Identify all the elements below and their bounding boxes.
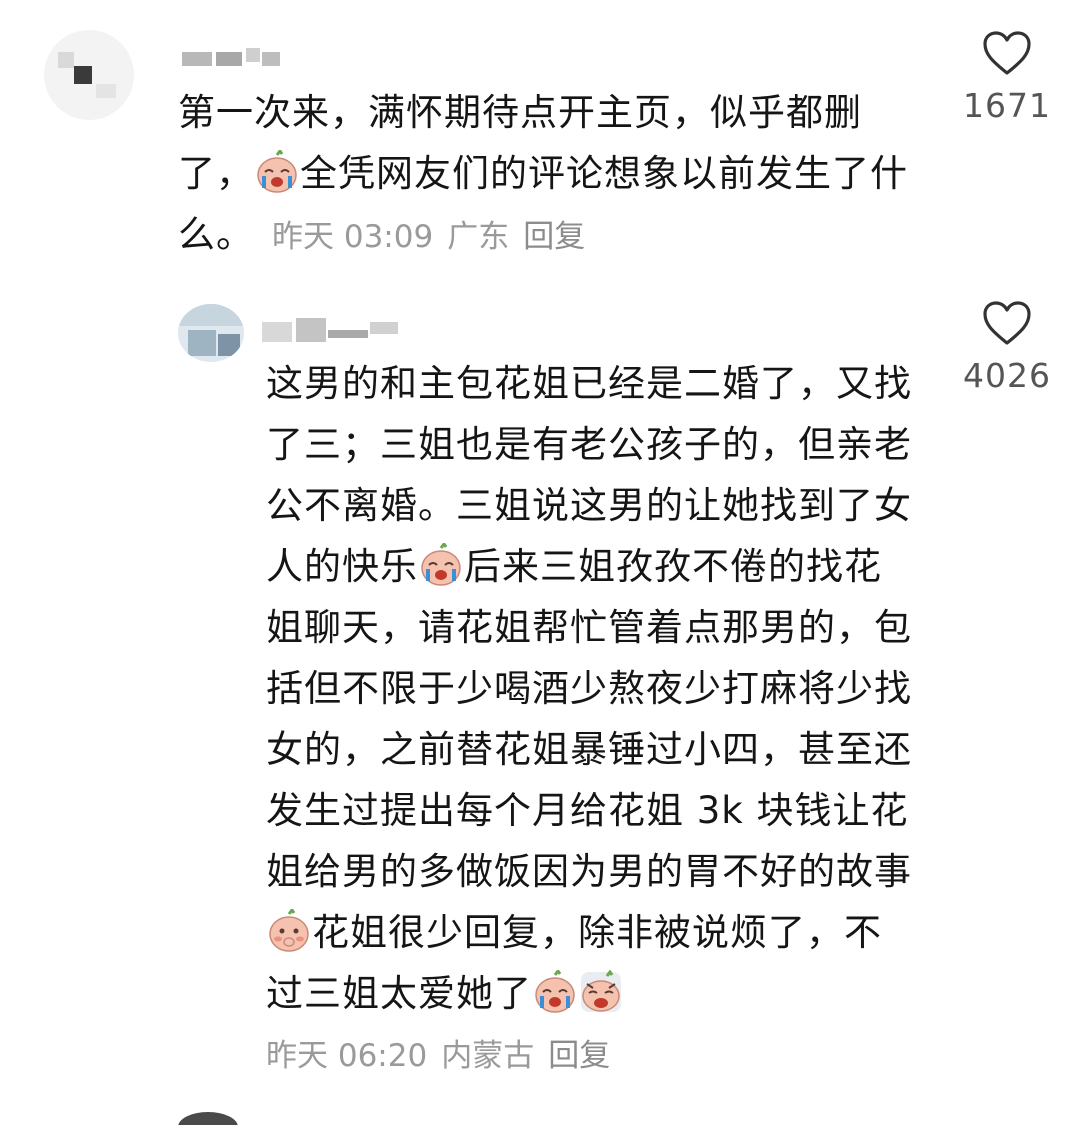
comment-time: 昨天 03:09 <box>272 219 434 255</box>
shy-sticker-icon <box>269 909 309 952</box>
comment-text-part: 后来三姐孜孜不倦的找花姐聊天，请花姐帮忙管着点那男的，包括但不限于少喝酒少熬夜少… <box>266 545 912 893</box>
heart-outline-icon[interactable] <box>982 30 1032 76</box>
like-count: 1671 <box>963 86 1051 125</box>
reply-button[interactable]: 回复 <box>548 1038 610 1074</box>
comment-text: 这男的和主包花姐已经是二婚了，又找了三；三姐也是有老公孩子的，但亲老公不离婚。三… <box>266 353 914 1024</box>
avatar[interactable] <box>178 1112 238 1125</box>
username-blurred[interactable] <box>262 314 402 342</box>
crying-sticker-icon <box>421 543 461 586</box>
comment-location: 内蒙古 <box>441 1038 535 1074</box>
comment-time: 昨天 06:20 <box>266 1038 428 1074</box>
sobbing-sticker-icon <box>581 970 621 1012</box>
comment-meta: 昨天 06:20 内蒙古 回复 <box>266 1028 624 1084</box>
avatar[interactable] <box>44 30 134 120</box>
crying-sticker-icon <box>257 150 297 193</box>
comment-text: 第一次来，满怀期待点开主页，似乎都删了， 全凭网友们的评论想象以前发生了什么。 昨天… <box>178 82 908 268</box>
like-block: 4026 <box>952 300 1062 395</box>
crying-sticker-icon <box>535 970 575 1013</box>
like-block: 1671 <box>952 30 1062 125</box>
comment-location: 广东 <box>447 219 510 255</box>
comment-list: 第一次来，满怀期待点开主页，似乎都删了， 全凭网友们的评论想象以前发生了什么。 昨天… <box>0 0 1080 1125</box>
heart-outline-icon[interactable] <box>982 300 1032 346</box>
reply-button[interactable]: 回复 <box>523 219 585 255</box>
avatar[interactable] <box>178 304 244 362</box>
username-blurred[interactable] <box>182 46 282 72</box>
like-count: 4026 <box>963 356 1051 395</box>
